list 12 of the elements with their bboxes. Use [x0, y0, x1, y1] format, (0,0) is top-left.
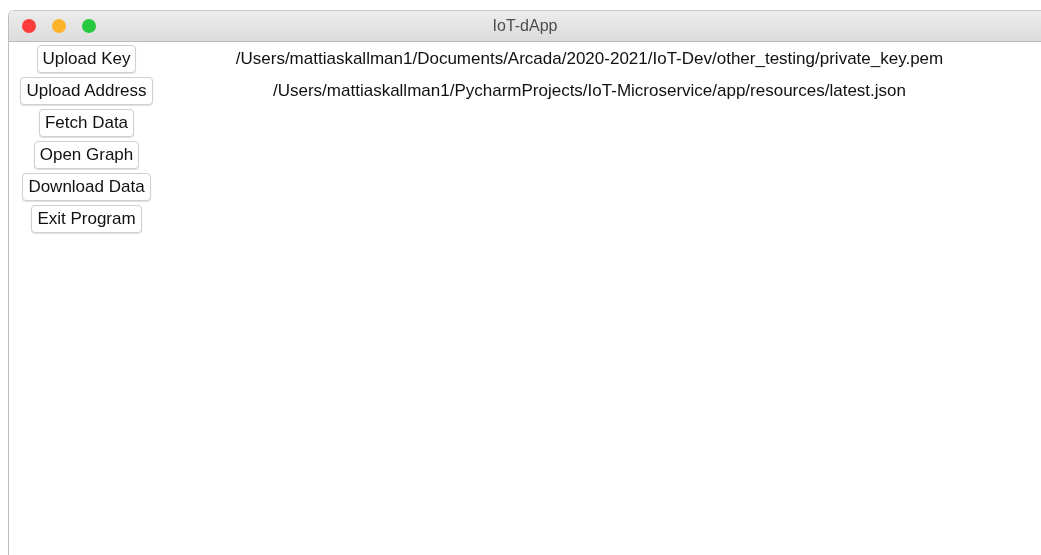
minimize-icon[interactable]: [52, 19, 66, 33]
action-button[interactable]: Upload Address: [20, 77, 153, 105]
zoom-icon[interactable]: [82, 19, 96, 33]
action-button[interactable]: Open Graph: [33, 141, 140, 169]
file-path: /Users/mattiaskallman1/PycharmProjects/IoT-Microservice/app/resources/latest.json: [273, 81, 906, 101]
action-button[interactable]: Exit Program: [31, 205, 142, 233]
action-button[interactable]: Upload Key: [36, 45, 137, 73]
action-button[interactable]: Download Data: [22, 173, 151, 201]
action-button[interactable]: Fetch Data: [38, 109, 135, 137]
close-icon[interactable]: [22, 19, 36, 33]
file-path: /Users/mattiaskallman1/Documents/Arcada/2020-2021/IoT-Dev/other_testing/private_key.pem: [235, 49, 944, 69]
window-title: IoT-dApp: [492, 17, 558, 35]
